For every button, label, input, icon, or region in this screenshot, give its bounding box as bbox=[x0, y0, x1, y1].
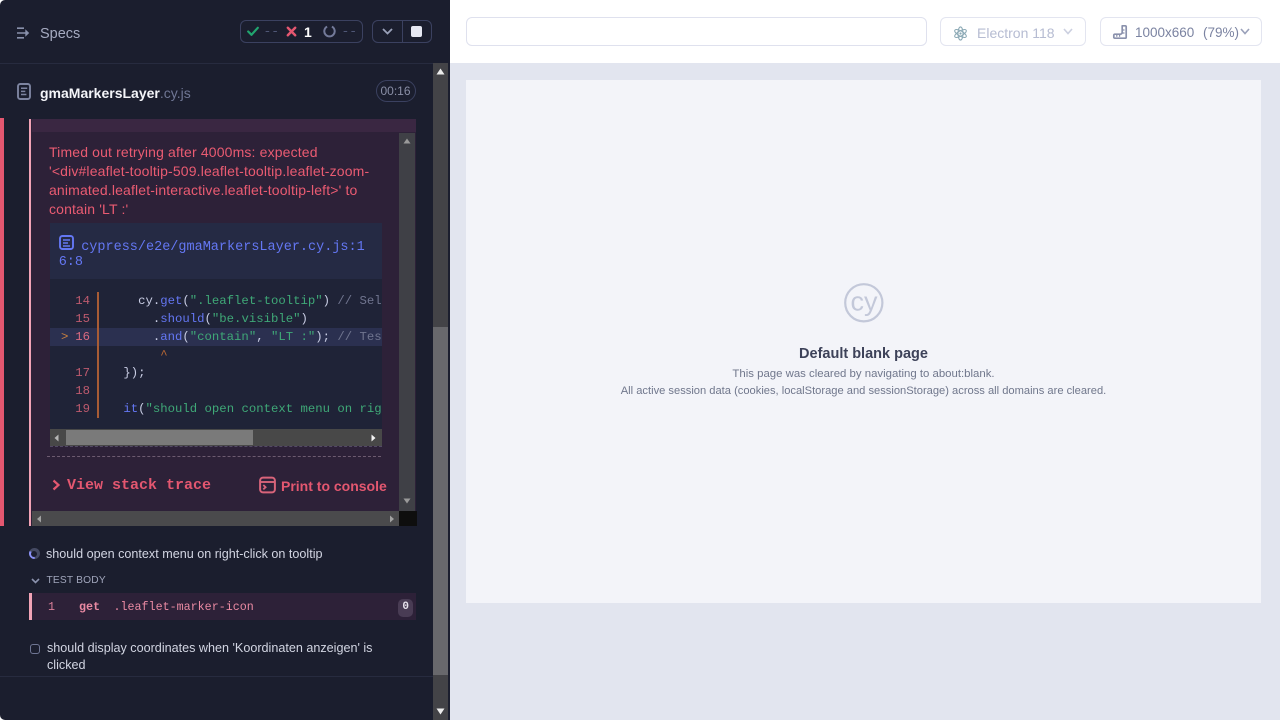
svg-text:cy: cy bbox=[851, 287, 879, 317]
